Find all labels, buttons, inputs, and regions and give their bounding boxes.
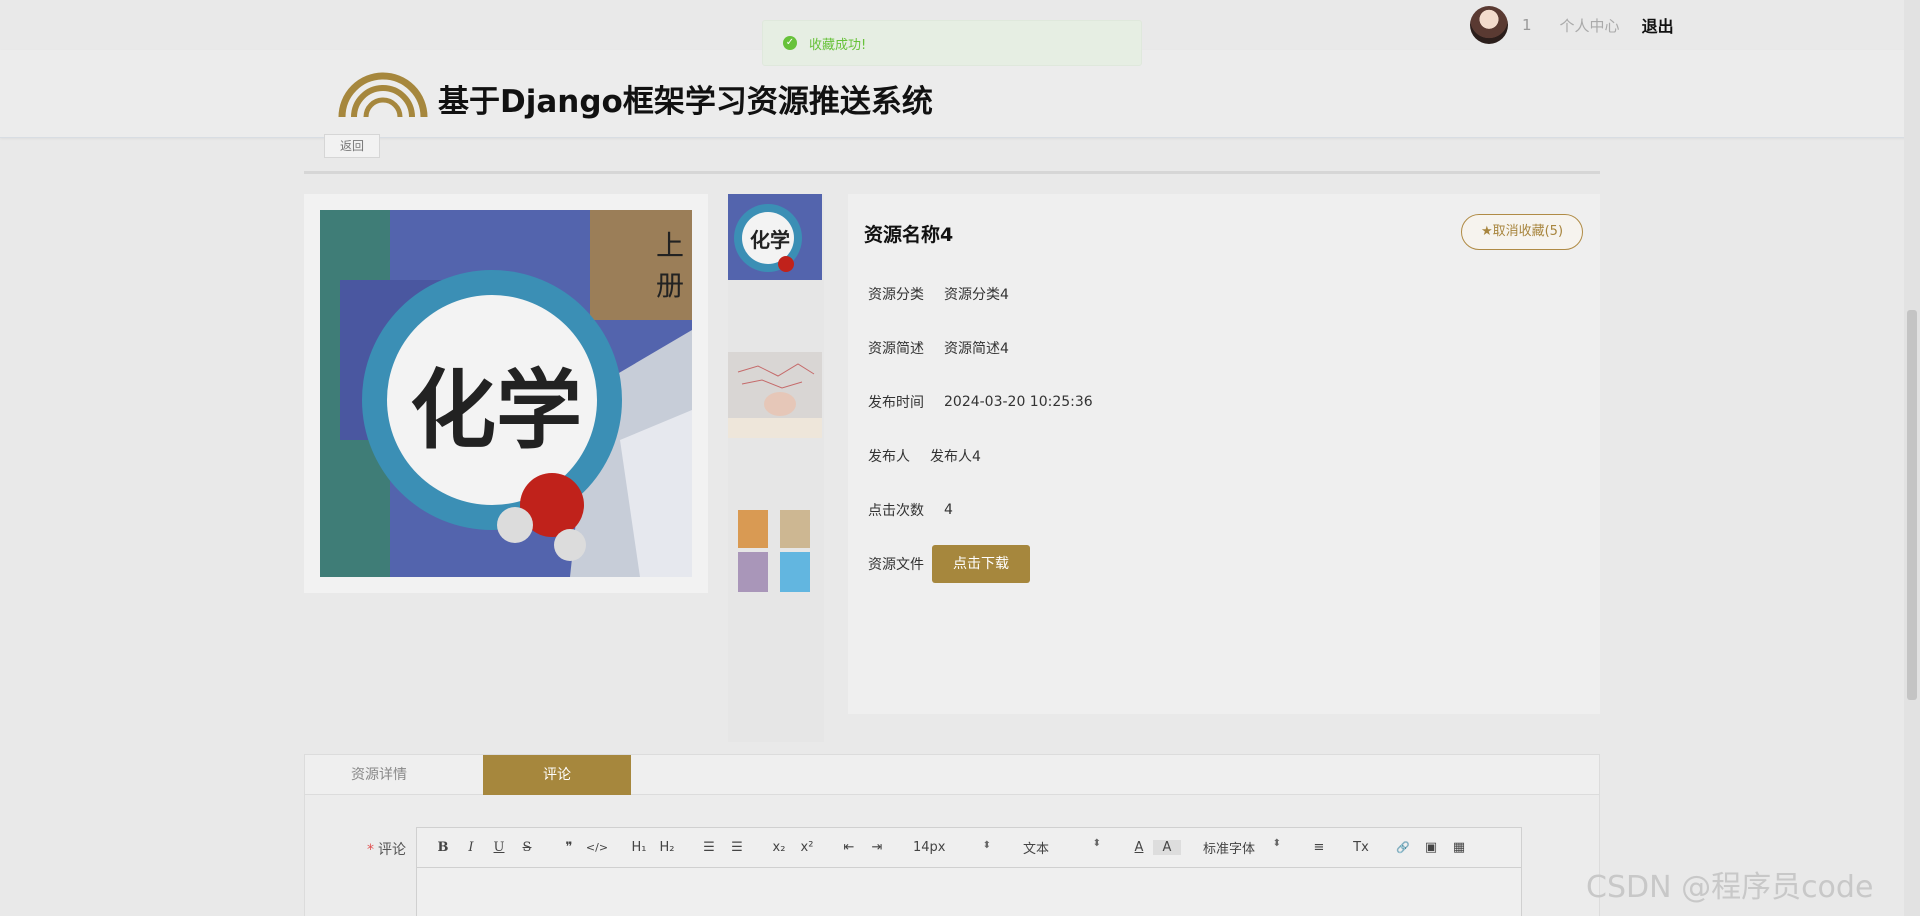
- field-row-publish-time: 发布时间 2024-03-20 10:25:36: [868, 392, 1093, 412]
- book-title-text: 化学: [410, 360, 582, 461]
- font-size-select[interactable]: 14px: [905, 840, 1001, 855]
- book-volume-text: 上册: [656, 229, 685, 302]
- avatar[interactable]: [1470, 6, 1508, 44]
- field-value: 发布人4: [930, 449, 981, 465]
- thumbnail-1[interactable]: 化学: [728, 194, 822, 280]
- thumbnail-strip: 化学: [728, 194, 824, 742]
- tab-bar: 资源详情 评论: [305, 755, 1599, 795]
- quote-icon[interactable]: ❞: [555, 840, 583, 855]
- background-color-icon[interactable]: A: [1153, 840, 1181, 855]
- code-icon[interactable]: </>: [583, 841, 611, 854]
- field-label: 资源分类: [868, 287, 924, 303]
- strike-button[interactable]: S: [513, 840, 541, 855]
- ordered-list-icon[interactable]: ☰: [695, 840, 723, 855]
- comment-editor: B I U S ❞ </> H₁ H₂ ☰ ☰ x₂ x² ⇤ ⇥ 14px 文…: [416, 827, 1522, 916]
- main-image-frame: 化学 上册: [304, 194, 708, 593]
- bold-button[interactable]: B: [429, 840, 457, 855]
- h2-button[interactable]: H₂: [653, 840, 681, 855]
- outdent-icon[interactable]: ⇤: [835, 840, 863, 855]
- italic-button[interactable]: I: [457, 840, 485, 855]
- thumbnail-2[interactable]: [728, 352, 822, 438]
- video-icon[interactable]: ▦: [1445, 840, 1473, 855]
- scrollbar-thumb[interactable]: [1907, 310, 1917, 700]
- field-value: 2024-03-20 10:25:36: [944, 394, 1093, 410]
- bullet-list-icon[interactable]: ☰: [723, 840, 751, 855]
- font-family-select[interactable]: 标准字体: [1195, 838, 1291, 857]
- watermark: CSDN @程序员code: [1586, 870, 1874, 905]
- check-circle-icon: ✓: [783, 36, 797, 50]
- field-row-category: 资源分类 资源分类4: [868, 284, 1009, 304]
- thumbnail-1-text: 化学: [750, 228, 790, 252]
- field-label: 发布时间: [868, 395, 924, 411]
- comment-label-text: 评论: [378, 842, 406, 858]
- main-resource-image[interactable]: 化学 上册: [320, 210, 692, 577]
- indent-icon[interactable]: ⇥: [863, 840, 891, 855]
- superscript-button[interactable]: x²: [793, 840, 821, 855]
- field-value: 资源简述4: [944, 341, 1009, 357]
- image-icon[interactable]: ▣: [1417, 840, 1445, 855]
- user-area: 1 个人中心 退出: [1470, 6, 1674, 44]
- site-logo: [338, 72, 428, 118]
- resource-name: 资源名称4: [864, 224, 954, 246]
- field-row-publisher: 发布人 发布人4: [868, 446, 981, 466]
- success-toast: ✓ 收藏成功!: [762, 20, 1142, 66]
- toast-message: 收藏成功!: [809, 37, 867, 53]
- thumbnail-3[interactable]: [728, 508, 822, 594]
- tab-comments[interactable]: 评论: [483, 755, 631, 795]
- field-value: 资源分类4: [944, 287, 1009, 303]
- logout-link[interactable]: 退出: [1642, 13, 1674, 37]
- align-icon[interactable]: ≡: [1305, 840, 1333, 855]
- editor-toolbar: B I U S ❞ </> H₁ H₂ ☰ ☰ x₂ x² ⇤ ⇥ 14px 文…: [417, 828, 1521, 868]
- text-type-select[interactable]: 文本: [1015, 838, 1111, 857]
- required-mark: *: [367, 842, 374, 858]
- back-button[interactable]: 返回: [324, 134, 380, 158]
- tab-resource-details[interactable]: 资源详情: [305, 755, 453, 795]
- h1-button[interactable]: H₁: [625, 840, 653, 855]
- field-row-file: 资源文件 点击下载: [868, 545, 1030, 583]
- field-label: 资源文件: [868, 557, 924, 573]
- field-row-description: 资源简述 资源简述4: [868, 338, 1009, 358]
- site-title: 基于Django框架学习资源推送系统: [438, 84, 933, 120]
- field-label: 点击次数: [868, 503, 924, 519]
- field-value: 4: [944, 502, 953, 518]
- comment-label: * 评论: [367, 839, 406, 859]
- field-label: 发布人: [868, 449, 910, 465]
- divider: [304, 171, 1600, 174]
- text-color-icon[interactable]: A: [1125, 840, 1153, 855]
- page-scrollbar[interactable]: [1904, 0, 1920, 916]
- download-button[interactable]: 点击下载: [932, 545, 1030, 583]
- clear-format-icon[interactable]: Tx: [1347, 840, 1375, 855]
- cancel-favorite-button[interactable]: ★取消收藏(5): [1461, 214, 1583, 250]
- user-count: 1: [1522, 16, 1532, 34]
- personal-center-link[interactable]: 个人中心: [1560, 15, 1620, 36]
- field-row-clicks: 点击次数 4: [868, 500, 953, 520]
- link-icon[interactable]: 🔗: [1389, 841, 1417, 854]
- tabs-container: 资源详情 评论 * 评论 B I U S ❞ </> H₁ H₂ ☰ ☰ x₂ x…: [304, 754, 1600, 916]
- subscript-button[interactable]: x₂: [765, 840, 793, 855]
- field-label: 资源简述: [868, 341, 924, 357]
- resource-info-panel: 资源名称4 ★取消收藏(5) 资源分类 资源分类4 资源简述 资源简述4 发布时…: [848, 194, 1600, 714]
- underline-button[interactable]: U: [485, 840, 513, 855]
